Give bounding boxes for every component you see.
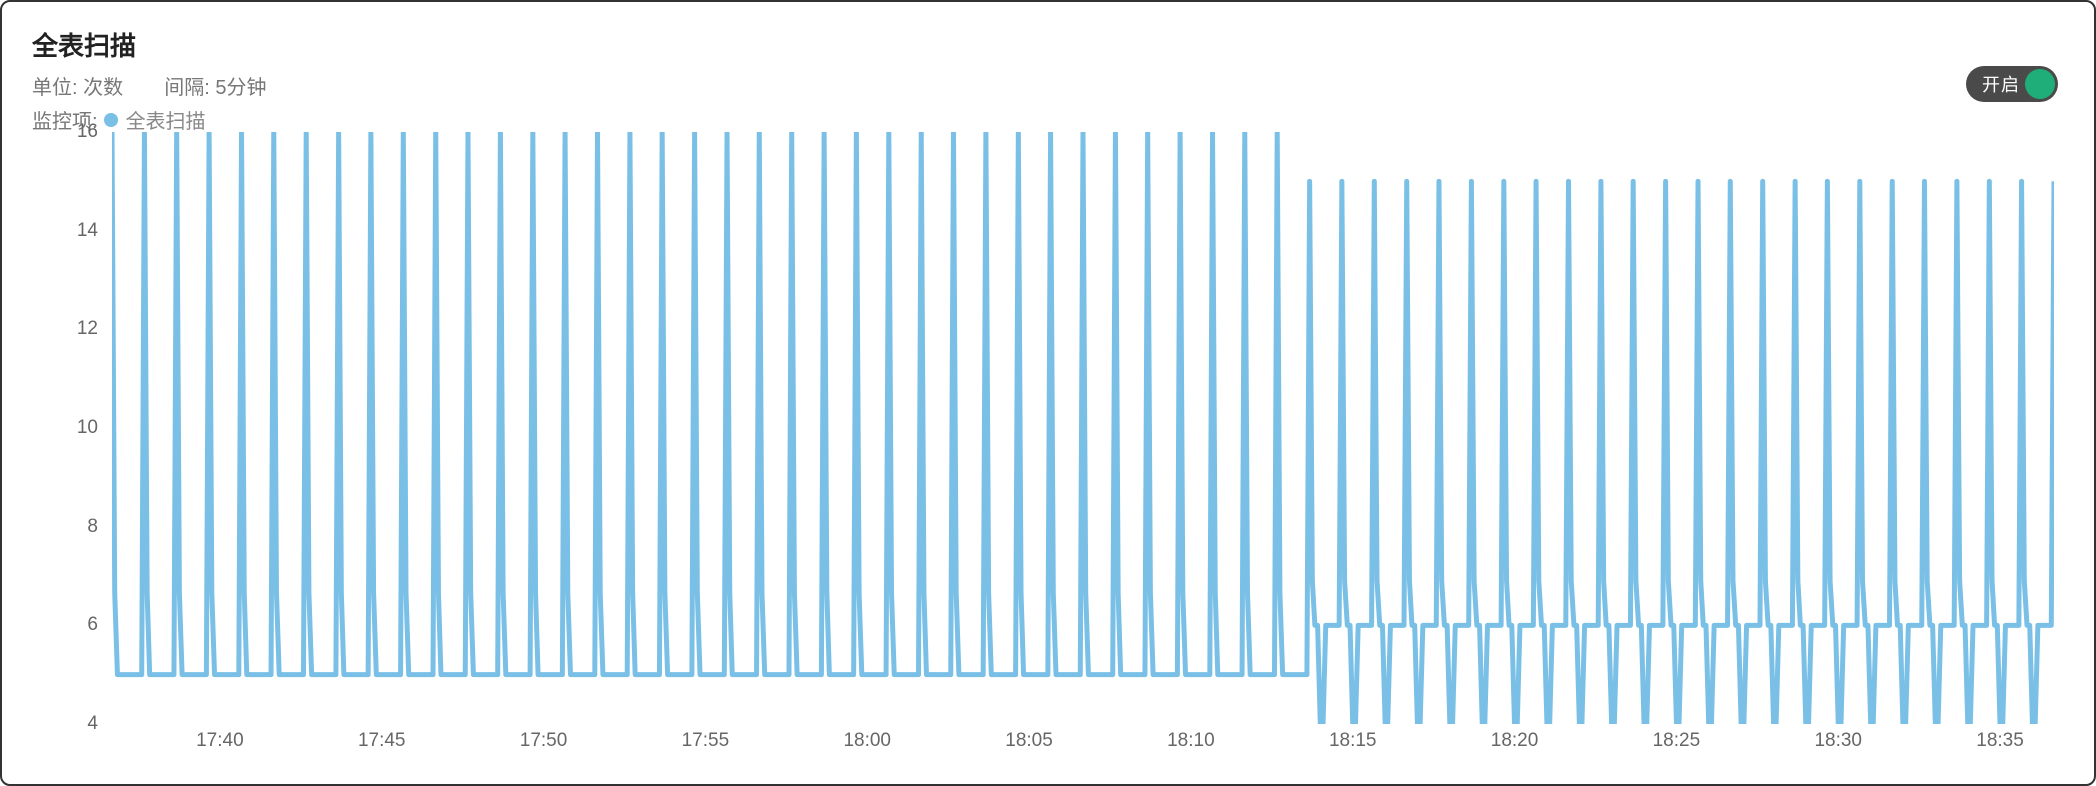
panel-subtitle: 单位: 次数 间隔: 5分钟 [32,73,2064,103]
toggle-label: 开启 [1982,71,2020,97]
x-tick-label: 18:00 [843,730,891,752]
line-chart [112,132,2054,724]
x-tick-label: 18:35 [1976,730,2024,752]
y-tick-label: 16 [77,121,98,143]
y-tick-label: 8 [87,516,98,538]
y-tick-label: 4 [87,713,98,735]
x-tick-label: 18:05 [1005,730,1053,752]
y-axis: 46810121416 [32,132,112,724]
x-tick-label: 18:15 [1329,730,1377,752]
panel-title: 全表扫描 [32,26,2064,63]
chart-area: 46810121416 17:4017:4517:5017:5518:0018:… [32,132,2064,764]
y-tick-label: 12 [77,318,98,340]
unit-value: 次数 [83,77,123,99]
x-tick-label: 18:20 [1491,730,1539,752]
x-tick-label: 17:40 [196,730,244,752]
y-tick-label: 6 [87,614,98,636]
enable-toggle[interactable]: 开启 [1966,66,2058,102]
x-tick-label: 18:30 [1814,730,1862,752]
y-tick-label: 14 [77,220,98,242]
x-tick-label: 17:50 [520,730,568,752]
legend: 监控项: 全表扫描 [32,105,2064,134]
x-axis: 17:40 17:45 17:50 17:55 18:00 18:05 18:10 18:15… [112,724,2054,764]
toggle-knob-icon [2025,69,2055,99]
x-tick-label: 18:10 [1167,730,1215,752]
plot-area [112,132,2054,724]
legend-series-name: 全表扫描 [126,105,206,134]
chart-panel: 全表扫描 单位: 次数 间隔: 5分钟 监控项: 全表扫描 开启 4 6 8 10 12… [0,0,2096,786]
interval-value: 5分钟 [215,77,266,99]
interval-label: 间隔: [164,77,210,99]
unit-label: 单位: [32,77,78,99]
legend-dot-icon [104,113,118,127]
y-tick-label: 10 [77,417,98,439]
x-tick-label: 17:45 [358,730,406,752]
x-tick-label: 18:25 [1653,730,1701,752]
panel-header: 全表扫描 单位: 次数 间隔: 5分钟 监控项: 全表扫描 [32,26,2064,134]
x-tick-label: 17:55 [682,730,730,752]
